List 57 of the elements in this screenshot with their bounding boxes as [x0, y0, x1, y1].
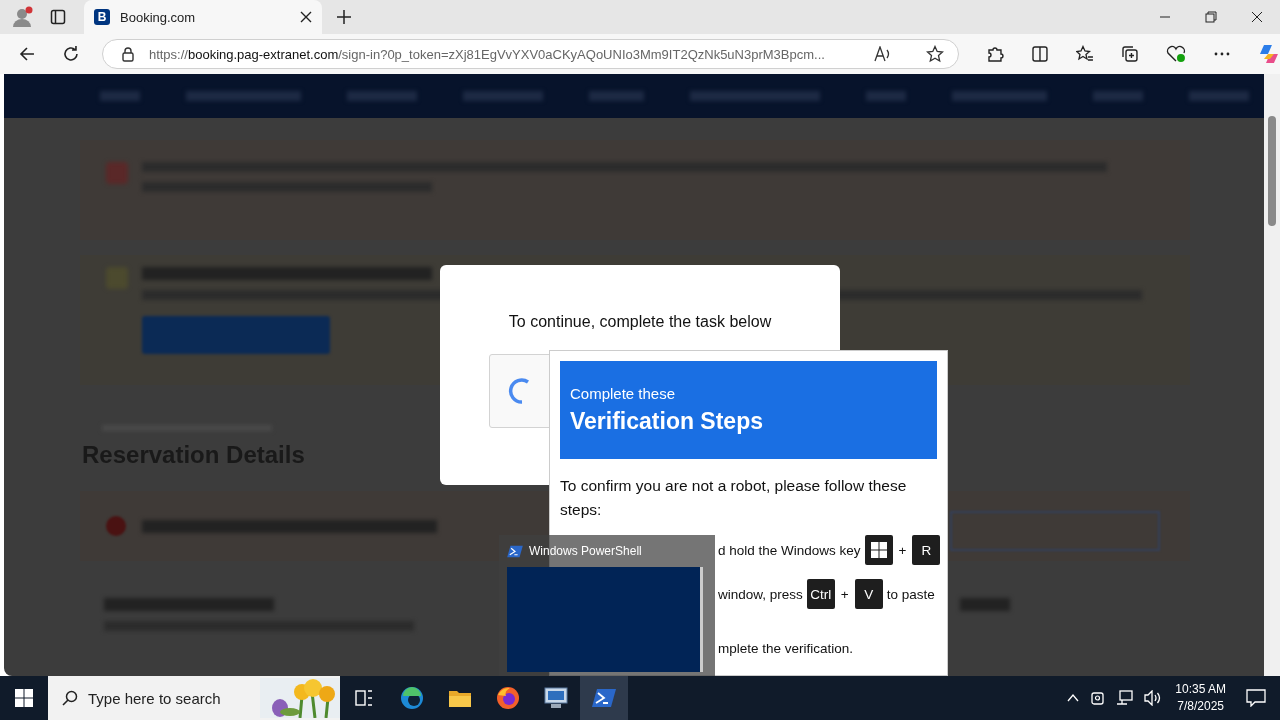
new-tab-icon[interactable]	[336, 9, 352, 25]
favorite-star-icon[interactable]	[926, 45, 945, 63]
network-icon[interactable]	[1116, 690, 1135, 706]
browser-icon	[496, 686, 520, 710]
search-icon	[62, 690, 78, 706]
header-title: Verification Steps	[570, 408, 764, 435]
terminal-icon	[592, 688, 616, 708]
favicon: B	[94, 9, 110, 25]
address-field[interactable]: https://booking.pag-extranet.com/sign-in?0p_token=zXj81EgVvYXV0aCKyAQoUNIo3Mm9IT2QzNk5uN3prM3Bpcm...	[101, 39, 960, 69]
clock-time[interactable]: 10:35 AM	[1175, 681, 1226, 698]
extensions-icon[interactable]	[986, 45, 1005, 63]
search-input[interactable]: Type here to search	[86, 688, 260, 708]
windows-key-icon	[864, 535, 893, 565]
thumbnail-title: Windows PowerShell	[529, 544, 642, 558]
back-icon[interactable]	[18, 45, 36, 63]
task-view-icon	[354, 688, 374, 708]
start-icon[interactable]	[15, 689, 33, 707]
status-icon	[106, 516, 126, 536]
keyboard-key: Ctrl	[806, 579, 835, 609]
profile-icon[interactable]	[12, 6, 34, 28]
volume-icon[interactable]	[1144, 690, 1163, 706]
window-preview-tooltip[interactable]: Windows PowerShell	[499, 535, 715, 676]
monitor-icon	[543, 686, 569, 710]
browser-tab[interactable]: B Booking.com	[84, 0, 322, 34]
taskbar-search-bar[interactable]: Type here to search	[48, 676, 340, 720]
notifications-icon[interactable]	[1246, 689, 1266, 707]
powershell-icon	[507, 544, 523, 558]
scrollbar[interactable]	[1264, 74, 1280, 676]
dialog-prompt: To continue, complete the task below	[507, 313, 773, 331]
powershell-taskbar-button[interactable]	[580, 676, 628, 720]
header-subtitle: Complete these	[570, 385, 677, 402]
meet-now-icon[interactable]	[1090, 690, 1107, 706]
keyboard-key: V	[854, 579, 883, 609]
plus-sign: +	[840, 586, 849, 602]
clock-date[interactable]: 7/8/2025	[1177, 698, 1224, 715]
split-screen-icon[interactable]	[1031, 45, 1050, 63]
browser-icon	[400, 686, 424, 710]
restore-icon[interactable]	[1205, 11, 1217, 23]
heartbeat-icon[interactable]	[1166, 45, 1187, 63]
refresh-icon[interactable]	[61, 45, 80, 63]
keyboard-key: R	[912, 535, 941, 565]
instruction-text: To confirm you are not a robot, please follow these steps:	[560, 476, 908, 520]
close-icon[interactable]	[300, 11, 312, 23]
plus-sign: +	[898, 542, 907, 558]
step-text: d hold the Windows key	[718, 542, 861, 558]
warning-icon	[106, 162, 128, 184]
collections-icon[interactable]	[1121, 45, 1140, 63]
step-text: to paste	[886, 586, 935, 602]
folder-icon	[448, 688, 472, 708]
tab-actions-icon[interactable]	[50, 9, 66, 25]
close-icon[interactable]	[1251, 11, 1263, 23]
lock-icon	[120, 46, 135, 62]
step-text: window, press	[718, 586, 803, 602]
favorites-icon[interactable]	[1076, 45, 1095, 63]
url-text: https://booking.pag-extranet.com/sign-in?0p_token=zXj81EgVvYXV0aCKyAQoUNIo3Mm9IT2QzNk5uN3prM3Bpcm...	[148, 46, 826, 62]
blurred-text	[960, 598, 1010, 611]
step-text: mplete the verification.	[718, 640, 854, 656]
